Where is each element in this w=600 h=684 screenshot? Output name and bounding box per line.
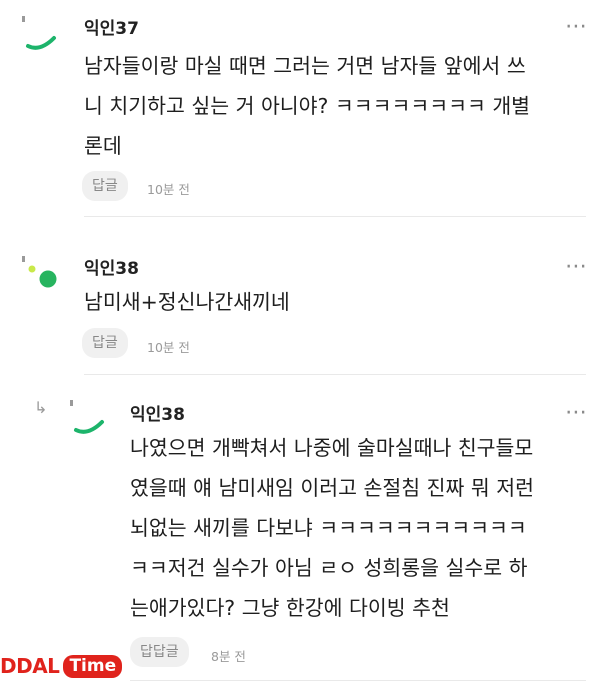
divider [84,216,586,217]
divider [130,680,586,681]
more-options-icon[interactable]: ⋯ [565,402,588,424]
watermark-brand: DDAL [0,654,60,678]
reply-button[interactable]: 답글 [82,171,128,201]
ddaltime-watermark: DDAL Time [0,654,123,678]
divider [84,374,586,375]
more-options-icon[interactable]: ⋯ [565,16,588,38]
comment-author: 익인38 [84,259,139,279]
more-options-icon[interactable]: ⋯ [565,256,588,278]
comment-time: 10분 전 [147,340,190,355]
comment-author: 익인38 [130,405,185,425]
comment-time: 8분 전 [211,649,246,664]
avatar-icon [22,256,57,288]
comment-body: 남미새+정신나간새끼네 [84,290,290,314]
comment-body: 나였으면 개빡쳐서 나중에 술마실때나 친구들모 였을때 얘 남미새임 이러고 … [130,436,534,620]
reply-button[interactable]: 답글 [82,328,128,358]
reply-button[interactable]: 답답글 [130,637,189,667]
comment-time: 10분 전 [147,182,190,197]
reply-arrow-icon: ↳ [34,398,48,417]
comment-body: 남자들이랑 마실 때면 그러는 거면 남자들 앞에서 쓰 니 치기하고 싶는 거… [84,54,531,158]
comment-author: 익인37 [84,19,139,39]
avatar-icon [22,16,56,50]
avatar-icon [70,400,104,434]
watermark-badge: Time [63,654,123,678]
